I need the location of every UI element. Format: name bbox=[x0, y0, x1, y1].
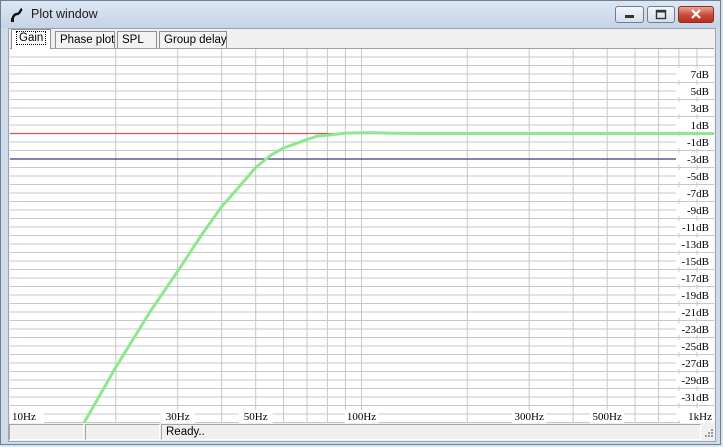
gain-chart: 7dB 5dB 3dB 1dB -1dB -3dB -5dB -7dB -9dB -11dB -13… bbox=[10, 49, 714, 424]
client-area: Gain Phase plot SPL Group delay 7dB 5dB 3d… bbox=[8, 28, 716, 442]
status-bar: Ready.. bbox=[9, 423, 715, 441]
y-tick-label: -27dB bbox=[682, 358, 710, 370]
close-button[interactable] bbox=[678, 6, 714, 23]
maximize-button[interactable] bbox=[647, 6, 675, 23]
title-bar[interactable]: Plot window bbox=[1, 1, 720, 28]
y-tick-label: -13dB bbox=[682, 239, 710, 251]
y-tick-label: -25dB bbox=[682, 341, 710, 353]
y-tick-label: -19dB bbox=[682, 290, 710, 302]
tab-phase-plot[interactable]: Phase plot bbox=[55, 31, 115, 48]
x-tick-label: 300Hz bbox=[515, 411, 544, 423]
x-tick-label: 30Hz bbox=[166, 411, 190, 423]
minimize-button[interactable] bbox=[615, 6, 644, 23]
y-tick-label: 7dB bbox=[691, 69, 709, 81]
y-tick-label: -7dB bbox=[687, 188, 709, 200]
y-tick-label: 5dB bbox=[691, 86, 709, 98]
x-tick-label: 1kHz bbox=[688, 411, 712, 423]
gain-plot[interactable]: 7dB 5dB 3dB 1dB -1dB -3dB -5dB -7dB -9dB -11dB -13… bbox=[10, 48, 714, 424]
y-tick-label: -1dB bbox=[687, 137, 709, 149]
y-tick-label: -17dB bbox=[682, 273, 710, 285]
tab-gain[interactable]: Gain bbox=[11, 29, 51, 49]
x-tick-label: 100Hz bbox=[347, 411, 376, 423]
x-tick-label: 50Hz bbox=[244, 411, 268, 423]
y-tick-label: 1dB bbox=[691, 120, 709, 132]
minimize-icon bbox=[625, 15, 634, 18]
x-tick-label: 500Hz bbox=[593, 411, 622, 423]
y-tick-label: -31dB bbox=[682, 392, 710, 404]
y-tick-label: -5dB bbox=[687, 171, 709, 183]
y-tick-label: 3dB bbox=[691, 103, 709, 115]
status-cell-1 bbox=[9, 424, 84, 440]
y-tick-label: -3dB bbox=[687, 154, 709, 166]
y-tick-label: -21dB bbox=[682, 307, 710, 319]
maximize-icon bbox=[655, 9, 667, 20]
tab-spl[interactable]: SPL bbox=[117, 31, 157, 48]
y-tick-label: -9dB bbox=[687, 205, 709, 217]
tab-gain-label: Gain bbox=[16, 31, 47, 45]
status-cell-2 bbox=[85, 424, 160, 440]
y-tick-label: -11dB bbox=[682, 222, 709, 234]
status-message: Ready.. bbox=[161, 424, 701, 440]
window-title: Plot window bbox=[31, 7, 98, 21]
y-tick-label: -23dB bbox=[682, 324, 710, 336]
x-tick-label: 10Hz bbox=[12, 411, 36, 423]
y-tick-label: -15dB bbox=[682, 256, 710, 268]
resize-grip-icon[interactable] bbox=[702, 428, 714, 440]
tab-group-delay[interactable]: Group delay bbox=[159, 31, 227, 48]
plot-window: Plot window Gain Phase plot SPL Group de… bbox=[0, 0, 721, 445]
close-icon bbox=[691, 9, 701, 19]
app-icon bbox=[10, 7, 23, 22]
y-tick-label: -29dB bbox=[682, 375, 710, 387]
